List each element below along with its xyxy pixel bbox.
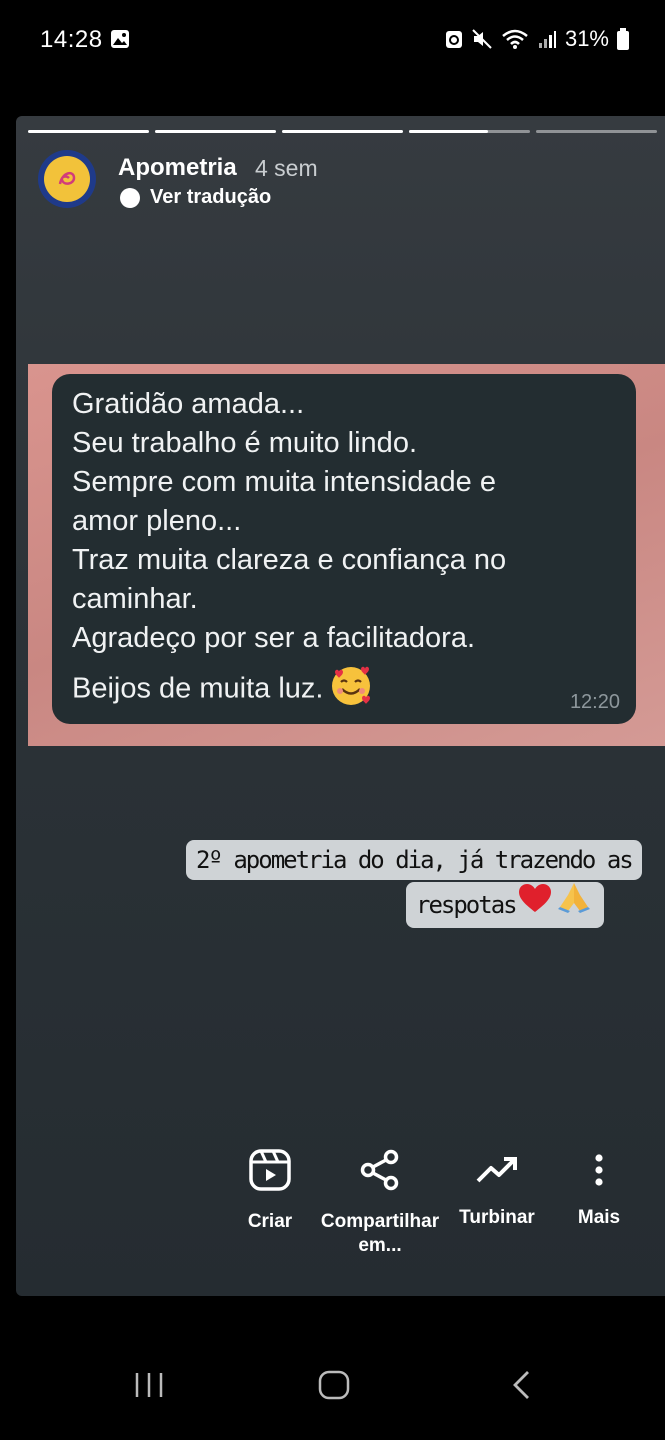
- boost-button[interactable]: Turbinar: [454, 1146, 540, 1230]
- wifi-icon: [501, 28, 529, 50]
- story-actions: Criar Compartilhar em... Turbinar Mais: [16, 1146, 665, 1266]
- progress-segment: [28, 130, 149, 133]
- account-name[interactable]: Apometria: [118, 154, 237, 182]
- boost-label: Turbinar: [459, 1207, 535, 1228]
- trending-up-icon: [475, 1146, 519, 1194]
- more-button[interactable]: Mais: [564, 1146, 634, 1230]
- story-progress: [28, 130, 657, 133]
- post-age: 4 sem: [255, 155, 318, 181]
- message-time: 12:20: [569, 691, 620, 713]
- red-heart-icon: [518, 882, 552, 928]
- message-line: Agradeço por ser a facilitadora.: [72, 622, 475, 654]
- message-line: amor pleno...: [72, 505, 242, 537]
- progress-segment: [536, 130, 657, 133]
- message-line: caminhar.: [72, 583, 198, 615]
- progress-segment-current: [409, 130, 530, 133]
- avatar[interactable]: [38, 150, 96, 208]
- status-time: 14:28: [40, 26, 103, 53]
- system-icons: 31%: [445, 26, 629, 52]
- data-saver-icon: [445, 29, 463, 49]
- share-label: Compartilhar em...: [320, 1211, 440, 1256]
- back-icon[interactable]: [510, 1370, 532, 1405]
- message-line: Beijos de muita luz.: [72, 672, 324, 705]
- share-button[interactable]: Compartilhar em...: [316, 1146, 444, 1258]
- progress-segment: [155, 130, 276, 133]
- create-label: Criar: [247, 1211, 293, 1232]
- gallery-icon: [110, 29, 130, 54]
- smiling-face-with-hearts-icon: [329, 664, 373, 716]
- caption-line-1: 2º apometria do dia, já trazendo as: [186, 840, 642, 880]
- battery-label: 31%: [564, 26, 609, 51]
- caption-text: respotas: [416, 891, 518, 919]
- home-icon[interactable]: [318, 1370, 350, 1405]
- message-line: Gratidão amada...: [72, 388, 305, 420]
- create-button[interactable]: Criar: [230, 1146, 310, 1234]
- navigation-bar: [0, 1340, 665, 1440]
- chat-screenshot: Gratidão amada... Seu trabalho é muito l…: [28, 364, 665, 746]
- message-line-last: Beijos de muita luz.: [72, 664, 373, 716]
- message-line: Sempre com muita intensidade e: [72, 466, 496, 498]
- recent-apps-icon[interactable]: [134, 1370, 164, 1405]
- caption-line-2: respotas: [406, 882, 604, 928]
- status-bar: 14:28 31%: [0, 0, 665, 80]
- reels-icon: [248, 1146, 292, 1194]
- share-icon: [359, 1146, 401, 1194]
- story-card[interactable]: Apometria 4 sem Ver tradução Gratidão am…: [16, 116, 665, 1296]
- mute-icon: [471, 28, 493, 50]
- more-vertical-icon: [594, 1146, 604, 1194]
- message-line: Traz muita clareza e confiança no: [72, 544, 507, 576]
- message-line: Seu trabalho é muito lindo.: [72, 427, 417, 459]
- folded-hands-icon: [554, 881, 594, 930]
- translate-button[interactable]: Ver tradução: [120, 186, 271, 209]
- more-label: Mais: [577, 1207, 621, 1228]
- chat-bubble: Gratidão amada... Seu trabalho é muito l…: [52, 374, 636, 724]
- translate-label: Ver tradução: [150, 186, 272, 208]
- translate-icon: [120, 187, 140, 208]
- progress-segment: [282, 130, 403, 133]
- signal-icon: [537, 29, 557, 49]
- battery-icon: [617, 28, 629, 50]
